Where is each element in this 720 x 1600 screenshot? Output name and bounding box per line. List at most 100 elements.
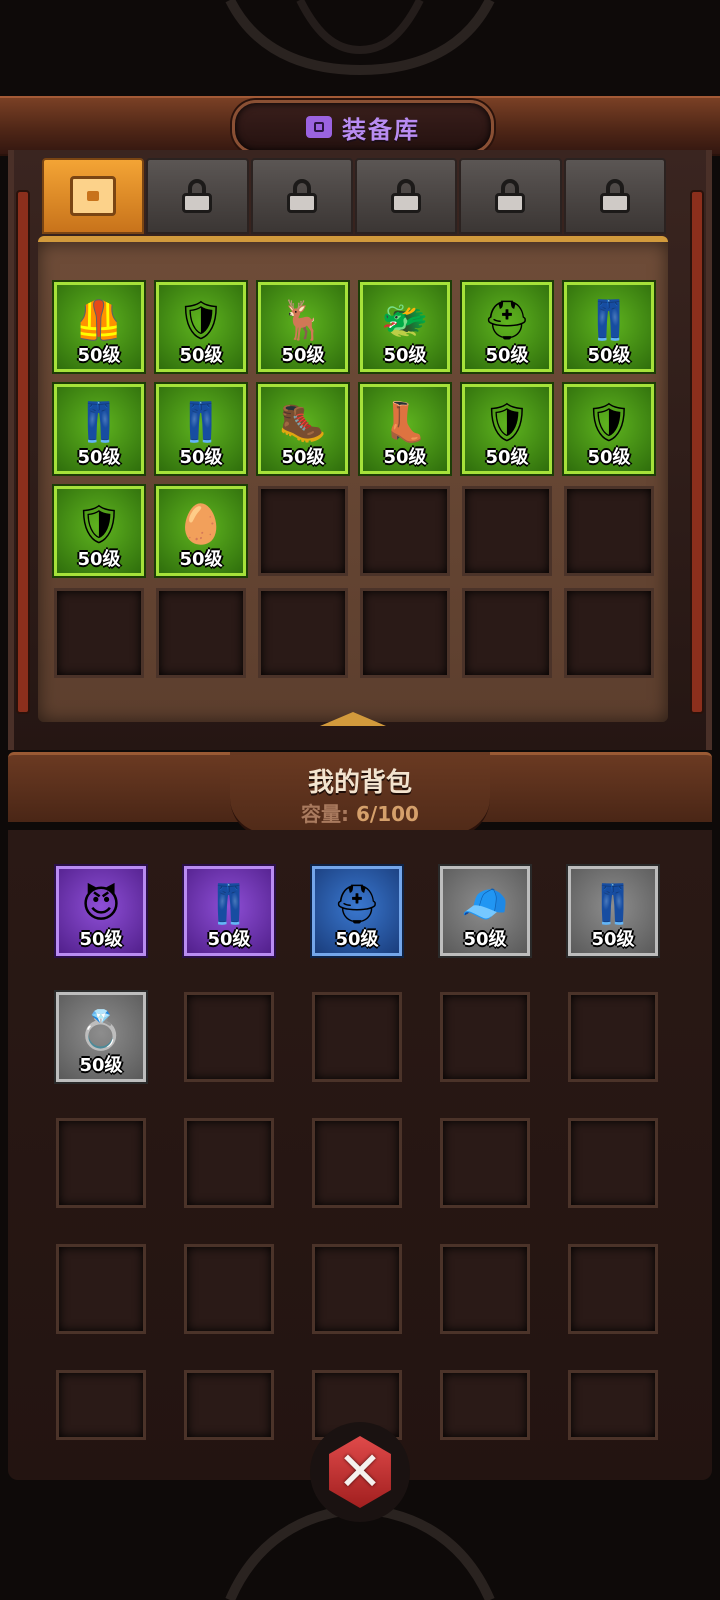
- storage-item-slot[interactable]: 🦌 50级: [258, 282, 348, 372]
- dark-leggings-icon: 👖: [585, 298, 633, 343]
- bag-empty-slot[interactable]: [440, 992, 530, 1082]
- storage-empty-slot[interactable]: [258, 486, 348, 576]
- bag-item-slot[interactable]: 🧢 50级: [440, 866, 530, 956]
- storage-tabs: [42, 158, 666, 234]
- storage-empty-slot[interactable]: [360, 486, 450, 576]
- storage-item-slot[interactable]: 🛡 50级: [564, 384, 654, 474]
- bag-empty-slot[interactable]: [184, 1244, 274, 1334]
- bag-empty-slot[interactable]: [312, 1244, 402, 1334]
- lock-icon: [182, 179, 213, 213]
- storage-item-slot[interactable]: 👖 50级: [564, 282, 654, 372]
- ruby-ring-icon: 💍: [77, 1008, 125, 1053]
- hair-hood-icon: 🧢: [461, 882, 509, 927]
- storage-item-slot[interactable]: 🐲 50级: [360, 282, 450, 372]
- item-level-label: 50级: [485, 345, 529, 366]
- item-level-label: 50级: [383, 447, 427, 468]
- green-leggings-icon: 👖: [75, 400, 123, 445]
- item-level-label: 50级: [591, 929, 635, 950]
- storage-title: 装备库: [342, 115, 420, 144]
- storage-empty-slot[interactable]: [462, 588, 552, 678]
- storage-tab-1[interactable]: [42, 158, 145, 234]
- item-level-label: 50级: [207, 929, 251, 950]
- storage-tab-6[interactable]: [563, 158, 666, 234]
- lock-icon: [599, 179, 630, 213]
- storage-tab-5[interactable]: [459, 158, 562, 234]
- storage-empty-slot[interactable]: [360, 588, 450, 678]
- bag-item-slot[interactable]: ⛑ 50级: [312, 866, 402, 956]
- bag-capacity: 容量: 6/100: [230, 798, 490, 827]
- bag-item-slot[interactable]: 💍 50级: [56, 992, 146, 1082]
- item-level-label: 50级: [281, 345, 325, 366]
- chest-armor-icon: 🦺: [75, 298, 123, 343]
- item-level-label: 50级: [383, 345, 427, 366]
- item-level-label: 50级: [79, 1055, 123, 1076]
- white-boots-icon: 👢: [381, 400, 429, 445]
- bag-title-plate: 我的背包 容量: 6/100: [230, 752, 490, 838]
- storage-empty-slot[interactable]: [564, 588, 654, 678]
- bag-empty-slot[interactable]: [568, 1118, 658, 1208]
- lock-icon: [391, 179, 422, 213]
- storage-item-slot[interactable]: 🦺 50级: [54, 282, 144, 372]
- bag-empty-slot[interactable]: [56, 1118, 146, 1208]
- storage-item-slot[interactable]: 🛡 50级: [462, 384, 552, 474]
- bag-item-slot[interactable]: 👖 50级: [184, 866, 274, 956]
- bag-empty-slot[interactable]: [184, 1118, 274, 1208]
- chest-icon: [70, 176, 117, 216]
- bag-empty-slot[interactable]: [568, 1370, 658, 1440]
- bag-empty-slot[interactable]: [312, 1118, 402, 1208]
- green-pauldron-icon: 🛡: [584, 400, 634, 445]
- storage-item-slot[interactable]: 👢 50级: [360, 384, 450, 474]
- storage-box-icon: [306, 116, 332, 138]
- storage-empty-slot[interactable]: [258, 588, 348, 678]
- item-level-label: 50级: [179, 549, 223, 570]
- storage-tab-2[interactable]: [146, 158, 249, 234]
- item-level-label: 50级: [587, 447, 631, 468]
- storage-empty-slot[interactable]: [564, 486, 654, 576]
- bag-empty-slot[interactable]: [184, 1370, 274, 1440]
- bag-empty-slot[interactable]: [56, 1244, 146, 1334]
- brown-pants-icon: 👖: [589, 882, 637, 927]
- antler-helmet-icon: 🦌: [279, 298, 327, 343]
- blue-shoulder-icon: 🛡: [74, 502, 124, 547]
- bag-empty-slot[interactable]: [184, 992, 274, 1082]
- storage-item-slot[interactable]: 🛡 50级: [54, 486, 144, 576]
- bag-empty-slot[interactable]: [312, 992, 402, 1082]
- bag-item-slot[interactable]: 😈 50级: [56, 866, 146, 956]
- storage-item-slot[interactable]: 👖 50级: [156, 384, 246, 474]
- item-level-label: 50级: [179, 447, 223, 468]
- horned-helmet-icon: 😈: [81, 882, 121, 927]
- capacity-value: 6/100: [356, 802, 419, 826]
- item-level-label: 50级: [335, 929, 379, 950]
- plumed-helmet-icon: ⛑: [482, 298, 532, 343]
- bag-empty-slot[interactable]: [440, 1370, 530, 1440]
- panel-notch: [320, 712, 386, 726]
- bag-empty-slot[interactable]: [568, 992, 658, 1082]
- storage-tab-3[interactable]: [250, 158, 353, 234]
- storage-item-slot[interactable]: 🛡 50级: [156, 282, 246, 372]
- left-rail: [16, 190, 30, 714]
- storage-item-slot[interactable]: 👖 50级: [54, 384, 144, 474]
- bag-empty-slot[interactable]: [568, 1244, 658, 1334]
- blue-leggings-icon: 👖: [177, 400, 225, 445]
- blue-armor-icon: 🛡: [176, 298, 226, 343]
- storage-item-slot[interactable]: 🥾 50级: [258, 384, 348, 474]
- item-level-label: 50级: [485, 447, 529, 468]
- storage-item-slot[interactable]: 🥚 50级: [156, 486, 246, 576]
- fur-boots-icon: 🥾: [279, 400, 327, 445]
- lock-icon: [286, 179, 317, 213]
- item-level-label: 50级: [79, 929, 123, 950]
- bag-empty-slot[interactable]: [440, 1244, 530, 1334]
- item-level-label: 50级: [281, 447, 325, 468]
- storage-empty-slot[interactable]: [462, 486, 552, 576]
- storage-empty-slot[interactable]: [156, 588, 246, 678]
- close-button[interactable]: ✕: [310, 1422, 410, 1522]
- item-level-label: 50级: [463, 929, 507, 950]
- storage-item-slot[interactable]: ⛑ 50级: [462, 282, 552, 372]
- bag-title: 我的背包: [307, 768, 412, 798]
- bag-empty-slot[interactable]: [440, 1118, 530, 1208]
- storage-empty-slot[interactable]: [54, 588, 144, 678]
- bag-item-slot[interactable]: 👖 50级: [568, 866, 658, 956]
- right-rail: [690, 190, 704, 714]
- bag-empty-slot[interactable]: [56, 1370, 146, 1440]
- storage-tab-4[interactable]: [354, 158, 458, 234]
